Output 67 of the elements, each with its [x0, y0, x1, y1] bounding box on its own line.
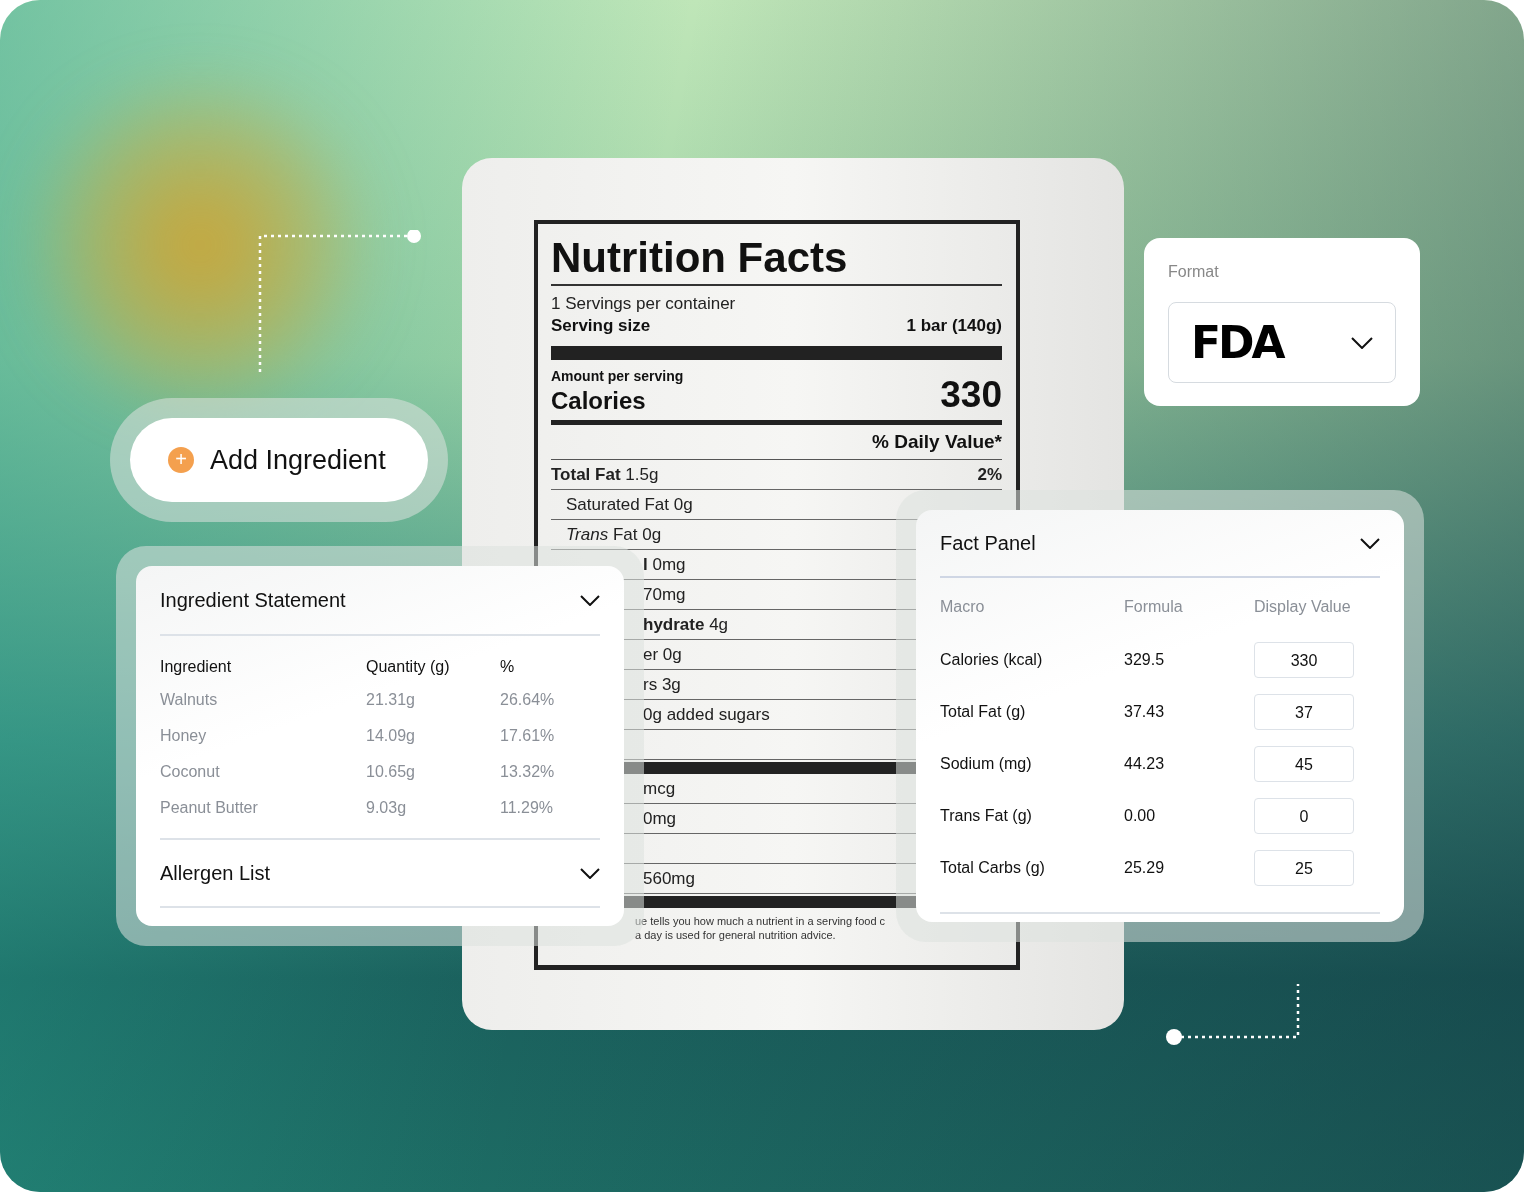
display-value-field[interactable]: 330	[1254, 642, 1354, 678]
table-cell-text: 37.43	[1124, 702, 1166, 722]
column-header: Macro	[940, 598, 986, 617]
format-select[interactable]: FDA	[1168, 302, 1396, 383]
table-cell-text: 11.29%	[500, 798, 555, 818]
serving-size-value: 1 bar (140g)	[906, 315, 1002, 337]
table-cell-text: Calories (kcal)	[940, 650, 1044, 670]
nutrient-text: l 0mg	[643, 554, 686, 575]
table-cell-text: 13.32%	[500, 762, 556, 782]
amount-label: Amount per serving	[551, 368, 685, 384]
nutrient-text: hydrate 4g	[643, 614, 729, 635]
table-cell-text: 14.09g	[366, 726, 416, 746]
table-cell-text: 10.65g	[366, 762, 416, 782]
add-ingredient-button[interactable]: + Add Ingredient	[130, 418, 428, 502]
display-value-field[interactable]: 0	[1254, 798, 1354, 834]
table-cell-text: 329.5	[1124, 650, 1166, 670]
table-cell-text: 44.23	[1124, 754, 1166, 774]
table-cell-text: 9.03g	[366, 798, 408, 818]
nutrient-text: 0mg	[643, 808, 677, 829]
column-header: Quantity (g)	[366, 657, 451, 677]
column-header: %	[500, 657, 516, 677]
daily-value-header: % Daily Value*	[551, 425, 1002, 460]
calories-label: Calories	[551, 388, 646, 414]
nutrient-text: rs 3g	[643, 674, 681, 695]
plus-icon: +	[168, 447, 194, 473]
label-title: Nutrition Facts	[551, 234, 1002, 286]
column-header: Display Value	[1254, 598, 1352, 617]
serving-size-label: Serving size	[551, 315, 651, 337]
nutrient-text: er 0g	[643, 644, 682, 665]
table-cell-text: Honey	[160, 726, 208, 746]
section-title[interactable]: Allergen List	[160, 861, 271, 885]
table-cell-text: Coconut	[160, 762, 221, 782]
nutrient-text: 560mg	[643, 868, 695, 889]
table-cell-text: 25.29	[1124, 858, 1166, 878]
nutrient-text: Total Fat 1.5g	[551, 464, 659, 485]
table-cell-text: 26.64%	[500, 690, 556, 710]
calories-value: 330	[940, 376, 1002, 414]
servings-text: 1 Servings per container	[551, 294, 737, 314]
nutrient-text: Trans Fat 0g	[566, 524, 662, 545]
table-cell-text: Peanut Butter	[160, 798, 259, 818]
display-value-field[interactable]: 37	[1254, 694, 1354, 730]
footnote-text: ue tells you how much a nutrient in a serving food c	[635, 914, 887, 928]
table-cell-text: Total Fat (g)	[940, 702, 1027, 722]
table-cell-text: 21.31g	[366, 690, 416, 710]
table-cell-text: Trans Fat (g)	[940, 806, 1033, 826]
nutrient-text: mcg	[643, 778, 676, 799]
chevron-down-icon[interactable]	[1360, 537, 1380, 549]
display-value-field[interactable]: 45	[1254, 746, 1354, 782]
table-cell-text: Walnuts	[160, 690, 219, 710]
section-title[interactable]: Ingredient Statement	[160, 588, 346, 612]
daily-value: 2%	[977, 464, 1002, 485]
chevron-down-icon[interactable]	[580, 867, 600, 879]
footnote-text: a day is used for general nutrition advice.	[635, 928, 837, 942]
table-cell-text: Total Carbs (g)	[940, 858, 1046, 878]
column-header: Formula	[1124, 598, 1184, 617]
column-header: Ingredient	[160, 657, 233, 677]
section-title[interactable]: Fact Panel	[940, 531, 1036, 555]
table-cell-text: Sodium (mg)	[940, 754, 1033, 774]
chevron-down-icon[interactable]	[580, 594, 600, 606]
table-cell-text: 0.00	[1124, 806, 1157, 826]
table-cell-text: 17.61%	[500, 726, 556, 746]
nutrient-text: Saturated Fat 0g	[566, 494, 693, 515]
format-label: Format	[1168, 262, 1220, 282]
nutrient-text: 70mg	[643, 584, 686, 605]
nutrient-text: 0g added sugars	[643, 704, 770, 725]
chevron-down-icon	[1351, 336, 1373, 349]
display-value-field[interactable]: 25	[1254, 850, 1354, 886]
